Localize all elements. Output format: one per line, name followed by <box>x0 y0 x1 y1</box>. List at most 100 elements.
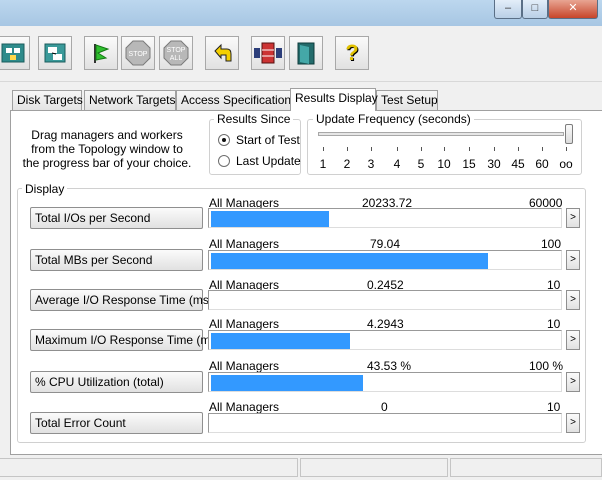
row-source: All Managers <box>209 400 280 414</box>
row-source: All Managers <box>209 237 280 251</box>
slider-tick-mark <box>542 147 543 151</box>
tab-results-display[interactable]: Results Display <box>290 88 378 111</box>
row-value: 4.2943 <box>367 317 404 331</box>
row-expand-arrow[interactable]: > <box>566 372 580 392</box>
exit-button[interactable] <box>289 36 323 70</box>
stop-sign-icon: STOP <box>125 40 151 66</box>
question-mark-icon: ? <box>345 40 359 65</box>
slider-tick-mark <box>566 147 567 151</box>
radio-last-update[interactable]: Last Update <box>218 154 301 168</box>
metric-button-max-response[interactable]: Maximum I/O Response Time (ms) <box>30 329 220 351</box>
slider-tick-label: 10 <box>437 157 451 171</box>
network-save-icon <box>44 43 66 63</box>
green-flag-icon <box>94 44 110 63</box>
slider-tick-label: 30 <box>487 157 501 171</box>
slider-tick-mark <box>494 147 495 151</box>
row-max: 10 <box>547 400 561 414</box>
status-area <box>0 455 602 480</box>
progress-bar-area <box>208 372 562 392</box>
row-expand-arrow[interactable]: > <box>566 208 580 228</box>
save-config-button[interactable] <box>38 36 72 70</box>
tab-test-setup[interactable]: Test Setup <box>376 90 438 110</box>
update-frequency-title: Update Frequency (seconds) <box>313 112 474 126</box>
tab-disk-targets[interactable]: Disk Targets <box>12 90 83 110</box>
status-pane <box>450 458 602 477</box>
metric-button-avg-response[interactable]: Average I/O Response Time (ms) <box>30 289 213 311</box>
minimize-button[interactable]: – <box>494 0 522 19</box>
progress-bar-fill <box>211 211 329 227</box>
row-max: 100 % <box>529 359 564 373</box>
radio-indicator <box>218 134 230 146</box>
slider-tick-label: 3 <box>367 157 375 171</box>
slider-tick-label: oo <box>559 157 573 171</box>
update-frequency-slider-thumb[interactable] <box>565 124 573 144</box>
slider-tick-label: 2 <box>343 157 351 171</box>
metric-button-total-ios[interactable]: Total I/Os per Second <box>30 207 203 229</box>
tab-network-targets[interactable]: Network Targets <box>84 90 176 110</box>
row-value: 79.04 <box>370 237 401 251</box>
slider-tick-mark <box>371 147 372 151</box>
metric-button-cpu-utilization[interactable]: % CPU Utilization (total) <box>30 371 203 393</box>
progress-bar-area <box>208 290 562 310</box>
stop-all-button[interactable]: STOP ALL <box>159 36 193 70</box>
radio-indicator <box>218 155 230 167</box>
slider-tick-mark <box>421 147 422 151</box>
update-frequency-slider-track[interactable] <box>318 132 564 136</box>
row-source: All Managers <box>209 317 280 331</box>
metric-button-error-count[interactable]: Total Error Count <box>30 412 203 434</box>
slider-tick-label: 1 <box>319 157 327 171</box>
display-title: Display <box>22 182 68 196</box>
status-pane <box>300 458 448 477</box>
close-button[interactable]: ✕ <box>548 0 598 19</box>
slider-tick-mark <box>444 147 445 151</box>
exit-door-icon <box>297 42 315 65</box>
slider-tick-label: 60 <box>535 157 549 171</box>
slider-tick-label: 4 <box>393 157 401 171</box>
slider-tick-mark <box>347 147 348 151</box>
metric-button-total-mbs[interactable]: Total MBs per Second <box>30 249 203 271</box>
slider-tick-mark <box>518 147 519 151</box>
row-expand-arrow[interactable]: > <box>566 413 580 433</box>
progress-bar-area <box>208 413 562 433</box>
svg-text:ALL: ALL <box>170 55 183 62</box>
start-test-button[interactable] <box>84 36 118 70</box>
progress-bar-area <box>208 250 562 270</box>
radio-label: Last Update <box>236 154 301 168</box>
row-expand-arrow[interactable]: > <box>566 330 580 350</box>
title-bar: – □ ✕ <box>0 0 602 26</box>
row-expand-arrow[interactable]: > <box>566 290 580 310</box>
slider-tick-label: 45 <box>511 157 525 171</box>
progress-bar-area <box>208 208 562 228</box>
stop-all-sign-icon: STOPALL <box>163 40 189 66</box>
help-button[interactable]: ? <box>335 36 369 70</box>
slider-tick-mark <box>469 147 470 151</box>
open-config-button[interactable] <box>0 36 30 70</box>
slider-tick-label: 5 <box>417 157 425 171</box>
svg-text:STOP: STOP <box>167 47 186 54</box>
help-text: Drag managers and workers from the Topol… <box>22 128 192 170</box>
row-source: All Managers <box>209 359 280 373</box>
slider-tick-label: 15 <box>462 157 476 171</box>
back-arrow-icon <box>214 43 232 62</box>
stop-button[interactable]: STOP <box>121 36 155 70</box>
row-max: 100 <box>541 237 562 251</box>
row-max: 10 <box>547 317 561 331</box>
topology-open-icon <box>1 43 25 63</box>
toolbar: STOP STOP ALL ? <box>0 26 602 82</box>
results-since-title: Results Since <box>214 112 294 126</box>
new-manager-button[interactable] <box>251 36 285 70</box>
row-value: 0 <box>381 400 388 414</box>
maximize-button[interactable]: □ <box>522 0 548 19</box>
status-pane <box>0 458 298 477</box>
row-value: 43.53 % <box>367 359 412 373</box>
tab-access-specifications[interactable]: Access Specifications <box>176 90 297 110</box>
row-expand-arrow[interactable]: > <box>566 250 580 270</box>
slider-tick-mark <box>323 147 324 151</box>
reset-workers-button[interactable] <box>205 36 239 70</box>
progress-bar-fill <box>211 333 350 349</box>
radio-start-of-test[interactable]: Start of Test <box>218 133 300 147</box>
progress-bar-fill <box>211 253 488 269</box>
slider-tick-mark <box>397 147 398 151</box>
progress-bar-fill <box>211 375 363 391</box>
progress-bar-area <box>208 330 562 350</box>
